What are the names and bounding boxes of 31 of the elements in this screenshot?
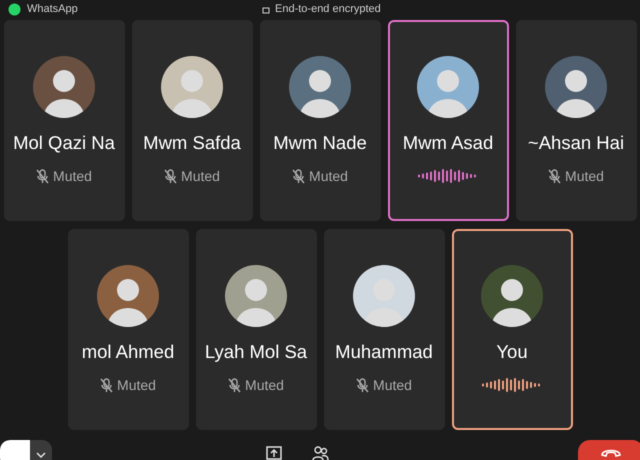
participant-name: Mwm Nade (273, 132, 367, 154)
participant-tile[interactable]: Muhammad Muted (324, 229, 444, 430)
participant-tile[interactable]: You (452, 229, 572, 430)
participant-tile[interactable]: Mol Qazi Na Muted (4, 20, 124, 221)
participant-name: Lyah Mol Sa (204, 341, 308, 364)
participant-name: Mwm Safda (143, 132, 241, 154)
chevron-down-icon (36, 452, 46, 458)
participant-tile[interactable]: ~Ahsan Hai Muted (516, 20, 636, 221)
participant-tile[interactable]: Mwm Safda Muted (132, 20, 252, 221)
muted-label: Muted (309, 167, 348, 186)
participant-tile[interactable]: Lyah Mol Sa Muted (196, 229, 316, 430)
participant-name: Muhammad (335, 341, 433, 364)
muted-label: Muted (245, 376, 284, 396)
encryption-label: End-to-end encrypted (275, 2, 381, 17)
participant-tile[interactable]: Mwm Asad (388, 20, 508, 221)
muted-label: Muted (565, 167, 604, 186)
participants-button[interactable] (312, 446, 329, 460)
participant-name: You (496, 341, 528, 364)
participant-name: Mol Qazi Na (13, 132, 115, 154)
participant-tile[interactable]: mol Ahmed Muted (68, 229, 188, 430)
video-button[interactable] (0, 440, 30, 460)
participant-name: Mwm Asad (402, 132, 494, 154)
participant-name: ~Ahsan Hai (528, 132, 624, 154)
muted-label: Muted (53, 167, 92, 186)
share-screen-button[interactable] (266, 446, 282, 460)
muted-label: Muted (373, 376, 412, 396)
muted-label: Muted (117, 376, 156, 396)
participant-name: mol Ahmed (82, 341, 174, 364)
muted-label: Muted (181, 167, 220, 186)
participant-tile[interactable]: Mwm Nade Muted (260, 20, 380, 221)
app-name: WhatsApp (27, 2, 78, 17)
